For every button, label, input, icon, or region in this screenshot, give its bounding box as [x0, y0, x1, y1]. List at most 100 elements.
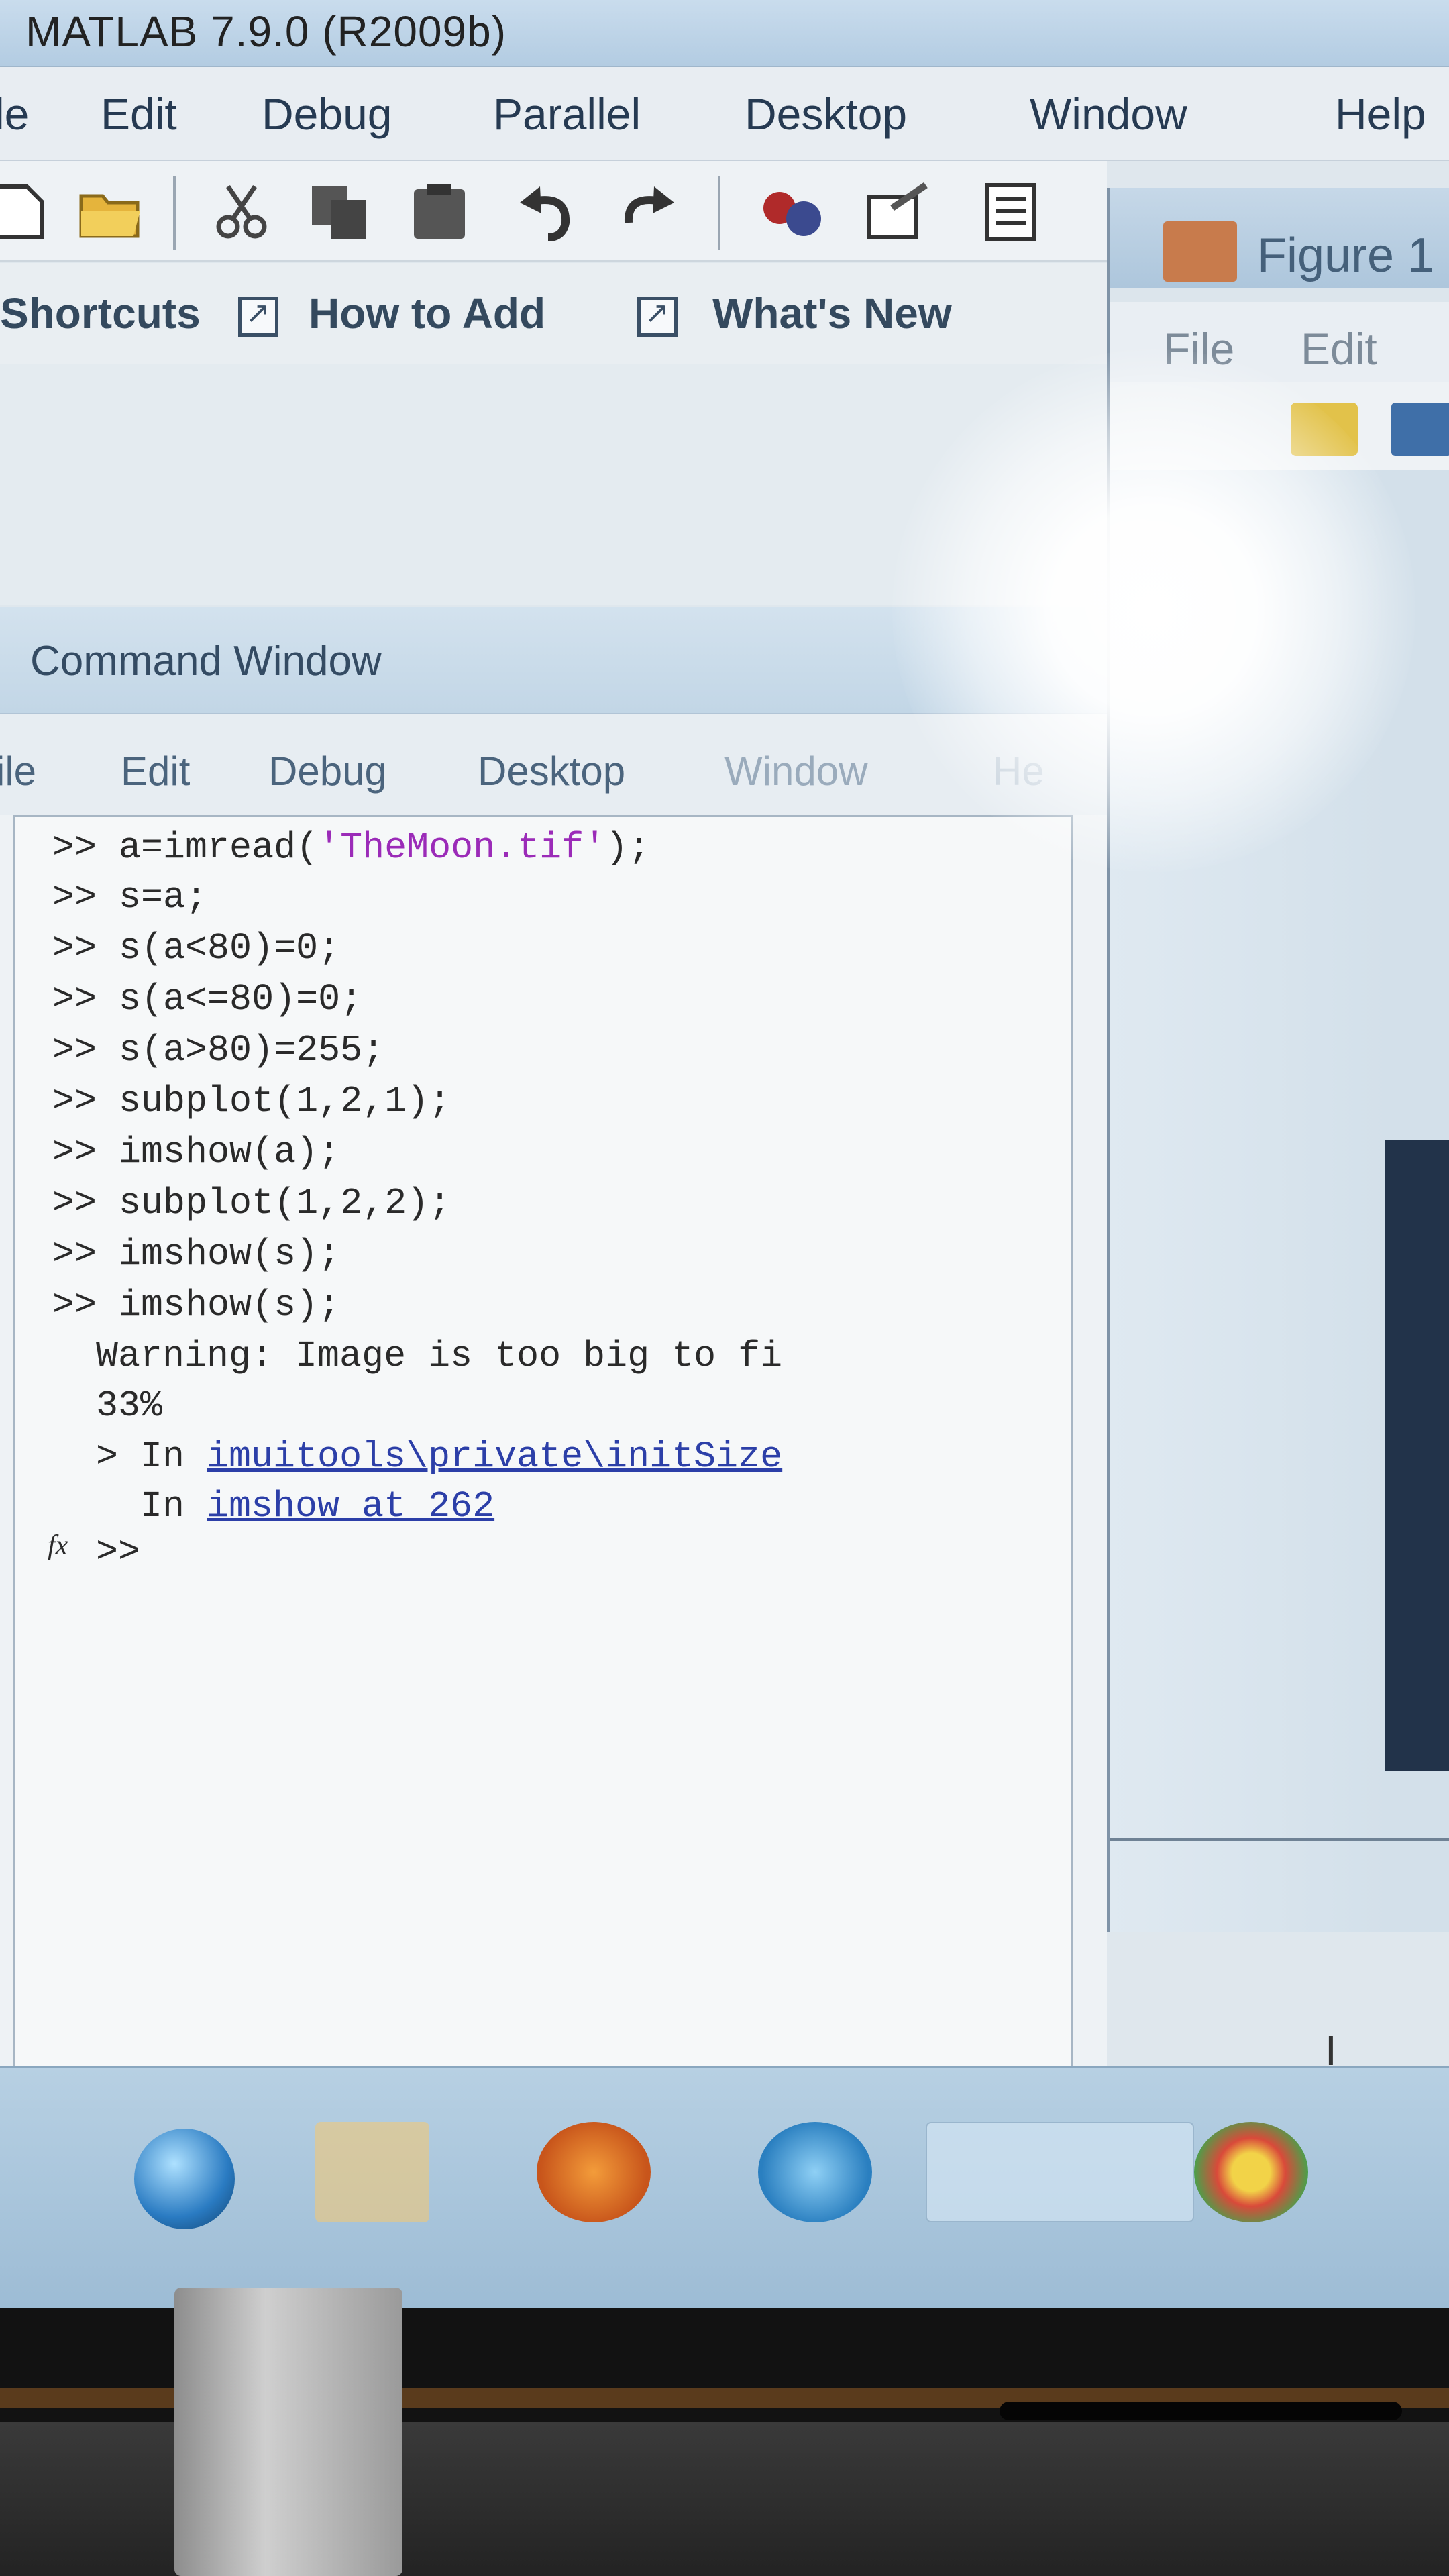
function-browser-icon[interactable]: fx [48, 1529, 68, 1562]
figure-title-bar: Figure 1 [1110, 188, 1449, 288]
figure-toolbar [1110, 382, 1449, 470]
shortcuts-bar: Shortcuts How to Add What's New [0, 263, 1107, 364]
command-window-menu-bar: ile Edit Debug Desktop Window He [0, 714, 1107, 815]
toolbar-separator [718, 176, 720, 250]
profiler-icon[interactable] [979, 181, 1046, 241]
command-prompt[interactable]: >> [96, 1531, 140, 1573]
code: s(a<=80)=0; [119, 978, 363, 1020]
traceback-prefix: In [96, 1485, 207, 1527]
command-line: >> s=a; [52, 876, 207, 918]
text-cursor-icon: I [1325, 2027, 1337, 2075]
chrome-icon[interactable] [1194, 2122, 1308, 2222]
command-line: >> s(a<=80)=0; [52, 978, 362, 1020]
firefox-icon[interactable] [537, 2122, 651, 2222]
how-to-add-link[interactable]: How to Add [309, 288, 545, 338]
code: s=a; [119, 876, 208, 918]
figure-menu-edit[interactable]: Edit [1301, 323, 1377, 374]
cmd-menu-desktop[interactable]: Desktop [478, 748, 625, 794]
photo-stage: MATLAB 7.9.0 (R2009b) le Edit Debug Para… [0, 0, 1449, 2576]
command-line: >> s(a>80)=255; [52, 1029, 384, 1071]
code: ); [606, 826, 651, 869]
start-orb-icon[interactable] [134, 2129, 235, 2229]
cmd-menu-debug[interactable]: Debug [268, 748, 387, 794]
command-line: >> subplot(1,2,1); [52, 1080, 451, 1122]
taskbar-window-button[interactable] [926, 2122, 1194, 2222]
code: imshow(s); [119, 1233, 341, 1275]
command-line: >> a=imread('TheMoon.tif'); [52, 826, 650, 869]
prompt: >> [52, 1131, 119, 1173]
menu-help[interactable]: Help [1335, 89, 1426, 140]
whats-new-link-icon [637, 296, 678, 337]
cmd-menu-help[interactable]: He [993, 748, 1044, 794]
prompt: >> [52, 826, 119, 869]
traceback-link[interactable]: imuitools\private\initSize [207, 1436, 782, 1478]
matlab-title: MATLAB 7.9.0 (R2009b) [25, 7, 507, 56]
figure-divider [1110, 1838, 1449, 1841]
new-file-icon[interactable] [0, 181, 54, 241]
prompt: >> [52, 1284, 119, 1326]
cut-icon[interactable] [208, 181, 275, 241]
laptop-hinge [174, 2288, 402, 2576]
menu-debug[interactable]: Debug [262, 89, 392, 140]
percent-text: 33% [96, 1385, 163, 1427]
figure-canvas [1110, 470, 1449, 1932]
code: s(a<80)=0; [119, 927, 341, 969]
prompt: >> [52, 978, 119, 1020]
code: subplot(1,2,2); [119, 1182, 451, 1224]
guide-icon[interactable] [865, 181, 932, 241]
whats-new-link[interactable]: What's New [712, 288, 952, 338]
menu-file[interactable]: le [0, 89, 29, 140]
laptop-screen: MATLAB 7.9.0 (R2009b) le Edit Debug Para… [0, 0, 1449, 2308]
open-folder-icon[interactable] [1291, 402, 1358, 456]
taskbar [0, 2066, 1449, 2308]
cmd-menu-edit[interactable]: Edit [121, 748, 190, 794]
prompt: >> [52, 1080, 119, 1122]
laptop-slot [1000, 2402, 1402, 2420]
traceback-line: In imshow at 262 [96, 1485, 494, 1527]
save-icon[interactable] [1391, 402, 1449, 456]
prompt: >> [52, 1182, 119, 1224]
prompt: >> [52, 1233, 119, 1275]
code: imshow(a); [119, 1131, 341, 1173]
simulink-icon[interactable] [758, 181, 825, 241]
main-menu-bar: le Edit Debug Parallel Desktop Window He… [0, 67, 1449, 161]
undo-icon[interactable] [513, 181, 580, 241]
main-toolbar [0, 161, 1107, 262]
ie-icon[interactable] [758, 2122, 872, 2222]
menu-desktop[interactable]: Desktop [745, 89, 907, 140]
command-window: Command Window ile Edit Debug Desktop Wi… [0, 607, 1107, 2204]
menu-parallel[interactable]: Parallel [493, 89, 641, 140]
command-line: >> imshow(s); [52, 1233, 340, 1275]
prompt: >> [52, 927, 119, 969]
cmd-menu-window[interactable]: Window [724, 748, 867, 794]
cmd-menu-file[interactable]: ile [0, 748, 36, 794]
prompt: >> [52, 876, 119, 918]
how-to-add-link-icon [238, 296, 278, 337]
code: a=imread( [119, 826, 319, 869]
figure-image-region [1385, 1140, 1449, 1771]
figure-title: Figure 1 [1257, 229, 1435, 282]
code: imshow(s); [119, 1284, 341, 1326]
code: subplot(1,2,1); [119, 1080, 451, 1122]
traceback-prefix: > In [96, 1436, 207, 1478]
command-window-body[interactable]: >> a=imread('TheMoon.tif'); >> s=a; >> s… [13, 815, 1073, 2190]
toolbar-separator [173, 176, 176, 250]
matlab-title-bar: MATLAB 7.9.0 (R2009b) [0, 0, 1449, 67]
folder-icon[interactable] [315, 2122, 429, 2222]
command-line: >> subplot(1,2,2); [52, 1182, 451, 1224]
traceback-link[interactable]: imshow at 262 [207, 1485, 494, 1527]
figure-menu-file[interactable]: File [1163, 323, 1234, 374]
figure-window-icon [1163, 221, 1237, 282]
open-folder-icon[interactable] [77, 181, 144, 241]
shortcuts-label[interactable]: Shortcuts [0, 288, 201, 338]
paste-icon[interactable] [406, 181, 473, 241]
code: s(a>80)=255; [119, 1029, 385, 1071]
command-line: >> imshow(a); [52, 1131, 340, 1173]
redo-icon[interactable] [614, 181, 681, 241]
menu-edit[interactable]: Edit [101, 89, 177, 140]
menu-window[interactable]: Window [1030, 89, 1187, 140]
warning-text: Warning: Image is too big to fi [96, 1335, 783, 1377]
command-window-title-bar: Command Window [0, 607, 1107, 714]
copy-icon[interactable] [305, 181, 372, 241]
command-window-title: Command Window [30, 638, 382, 684]
